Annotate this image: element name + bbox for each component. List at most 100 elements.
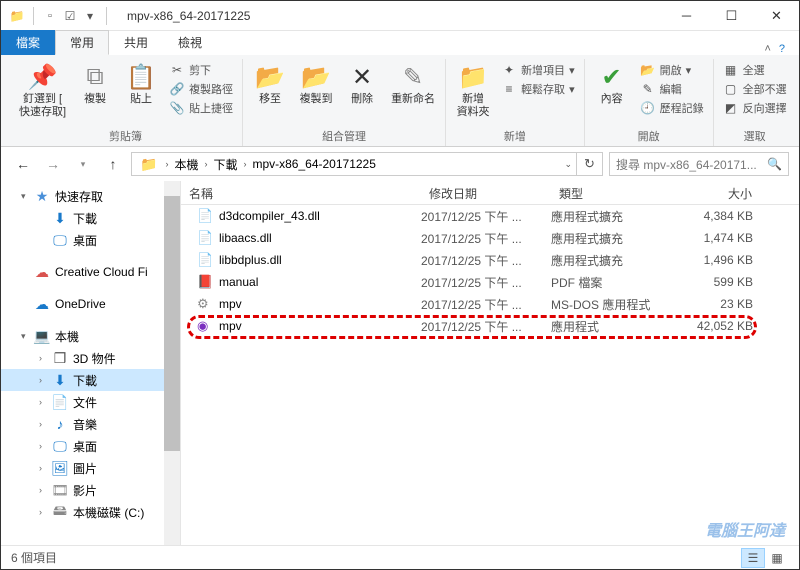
chevron-down-icon[interactable]: ⌄: [560, 159, 576, 170]
save-icon[interactable]: ▫: [42, 8, 58, 24]
file-list-pane: 名稱 修改日期 類型 大小 📄d3dcompiler_43.dll2017/12…: [181, 181, 799, 545]
cloud-icon: ☁: [33, 264, 51, 281]
breadcrumb-seg[interactable]: mpv-x86_64-20171225: [250, 157, 377, 171]
maximize-button[interactable]: ☐: [709, 1, 754, 31]
col-size[interactable]: 大小: [671, 181, 761, 204]
chevron-right-icon[interactable]: ›: [239, 159, 250, 169]
documents-icon: 📄: [51, 394, 69, 411]
file-row[interactable]: 📕manual2017/12/25 下午 ...PDF 檔案599 KB: [181, 271, 799, 293]
divider: [106, 7, 107, 25]
tab-view[interactable]: 檢視: [163, 30, 217, 55]
group-label: 選取: [720, 126, 790, 146]
navigation-pane[interactable]: ▾★快速存取 ⬇下載📌 🖵桌面📌 ☁Creative Cloud Fi ☁One…: [1, 181, 181, 545]
nav-downloads[interactable]: ⬇下載📌: [1, 207, 180, 229]
tab-share[interactable]: 共用: [109, 30, 163, 55]
breadcrumb-seg[interactable]: 下載: [211, 156, 239, 173]
pin-button[interactable]: 📌 釘選到 [ 快速存取]: [15, 59, 70, 126]
chevron-right-icon[interactable]: ›: [161, 159, 172, 169]
nav-downloads2[interactable]: ›⬇下載: [1, 369, 180, 391]
nav-quick-access[interactable]: ▾★快速存取: [1, 185, 180, 207]
nav-pictures[interactable]: ›🖼圖片: [1, 457, 180, 479]
copyto-button[interactable]: 📂 複製到: [295, 59, 337, 126]
selectnone-button[interactable]: ▢全部不選: [720, 80, 790, 98]
item-count: 6 個項目: [11, 549, 57, 566]
close-button[interactable]: ✕: [754, 1, 799, 31]
selectall-icon: ▦: [723, 62, 739, 78]
file-row[interactable]: 📄libaacs.dll2017/12/25 下午 ...應用程式擴充1,474…: [181, 227, 799, 249]
ribbon: 📌 釘選到 [ 快速存取] ⧉ 複製 📋 貼上 ✂剪下 🔗複製路徑 📎貼上捷徑 …: [1, 55, 799, 147]
chevron-right-icon[interactable]: ›: [200, 159, 211, 169]
nav-ccf[interactable]: ☁Creative Cloud Fi: [1, 261, 180, 283]
moveto-icon: 📂: [254, 61, 286, 93]
scrollbar[interactable]: [164, 181, 180, 545]
label: 複製: [84, 93, 106, 106]
ribbon-help: ˄ ?: [764, 43, 799, 55]
edit-button[interactable]: ✎編輯: [637, 80, 707, 98]
col-date[interactable]: 修改日期: [421, 181, 551, 204]
invertsel-button[interactable]: ◩反向選擇: [720, 99, 790, 117]
file-date: 2017/12/25 下午 ...: [421, 252, 551, 269]
nav-onedrive[interactable]: ☁OneDrive: [1, 293, 180, 315]
nav-3dobjects[interactable]: ›❒3D 物件: [1, 347, 180, 369]
search-input[interactable]: 搜尋 mpv-x86_64-20171... 🔍: [609, 152, 789, 176]
up-button[interactable]: ↑: [101, 152, 125, 176]
copy-button[interactable]: ⧉ 複製: [74, 59, 116, 126]
nav-videos[interactable]: ›🎞影片: [1, 479, 180, 501]
chevron-up-icon[interactable]: ˄: [764, 43, 770, 55]
help-icon[interactable]: ?: [779, 43, 785, 55]
col-type[interactable]: 類型: [551, 181, 671, 204]
checkbox-icon[interactable]: ☑: [62, 8, 78, 24]
selectnone-icon: ▢: [723, 81, 739, 97]
copyto-icon: 📂: [300, 61, 332, 93]
nav-desktop[interactable]: 🖵桌面📌: [1, 229, 180, 251]
file-date: 2017/12/25 下午 ...: [421, 208, 551, 225]
rename-button[interactable]: ✎ 重新命名: [387, 59, 439, 126]
nav-music[interactable]: ›♪音樂: [1, 413, 180, 435]
folder-icon[interactable]: 📁: [9, 8, 25, 24]
breadcrumb-seg[interactable]: 本機: [172, 156, 200, 173]
newitem-button[interactable]: ✦新增項目 ▾: [498, 61, 578, 79]
window-controls: ─ ☐ ✕: [664, 1, 799, 31]
details-view-button[interactable]: ☰: [741, 548, 765, 568]
window-title: mpv-x86_64-20171225: [119, 9, 664, 23]
paste-button[interactable]: 📋 貼上: [120, 59, 162, 126]
file-row[interactable]: ◉mpv2017/12/25 下午 ...應用程式42,052 KB: [181, 315, 799, 337]
newfolder-icon: 📁: [457, 61, 489, 93]
nav-thispc[interactable]: ▾💻本機: [1, 325, 180, 347]
moveto-button[interactable]: 📂 移至: [249, 59, 291, 126]
minimize-button[interactable]: ─: [664, 1, 709, 31]
scrollbar-thumb[interactable]: [164, 196, 180, 451]
icons-view-button[interactable]: ▦: [765, 548, 789, 568]
chevron-right-icon: ›: [39, 353, 51, 363]
col-name[interactable]: 名稱: [181, 181, 421, 204]
file-row[interactable]: ⚙mpv2017/12/25 下午 ...MS-DOS 應用程式23 KB: [181, 293, 799, 315]
breadcrumb[interactable]: 📁 › 本機 › 下載 › mpv-x86_64-20171225 ⌄ ↻: [131, 152, 603, 176]
cut-button[interactable]: ✂剪下: [166, 61, 236, 79]
delete-button[interactable]: ✕ 刪除: [341, 59, 383, 126]
easyaccess-button[interactable]: ≡輕鬆存取 ▾: [498, 80, 578, 98]
open-button[interactable]: 📂開啟 ▾: [637, 61, 707, 79]
nav-documents[interactable]: ›📄文件: [1, 391, 180, 413]
properties-button[interactable]: ✔ 內容: [591, 59, 633, 126]
column-headers: 名稱 修改日期 類型 大小: [181, 181, 799, 205]
newfolder-button[interactable]: 📁 新增 資料夾: [452, 59, 494, 126]
refresh-button[interactable]: ↻: [576, 153, 598, 175]
file-row[interactable]: 📄d3dcompiler_43.dll2017/12/25 下午 ...應用程式…: [181, 205, 799, 227]
delete-icon: ✕: [346, 61, 378, 93]
selectall-button[interactable]: ▦全選: [720, 61, 790, 79]
chevron-down-icon[interactable]: ▾: [82, 8, 98, 24]
copypath-button[interactable]: 🔗複製路徑: [166, 80, 236, 98]
back-button[interactable]: ←: [11, 152, 35, 176]
forward-button[interactable]: →: [41, 152, 65, 176]
pasteshortcut-button[interactable]: 📎貼上捷徑: [166, 99, 236, 117]
file-list[interactable]: 📄d3dcompiler_43.dll2017/12/25 下午 ...應用程式…: [181, 205, 799, 545]
nav-localdisk[interactable]: ›🖴本機磁碟 (C:): [1, 501, 180, 523]
file-row[interactable]: 📄libbdplus.dll2017/12/25 下午 ...應用程式擴充1,4…: [181, 249, 799, 271]
tab-file[interactable]: 檔案: [1, 30, 55, 55]
history-button[interactable]: 🕘歷程記錄: [637, 99, 707, 117]
recent-dropdown[interactable]: ▾: [71, 152, 95, 176]
group-new: 📁 新增 資料夾 ✦新增項目 ▾ ≡輕鬆存取 ▾ 新增: [446, 59, 585, 146]
nav-desktop2[interactable]: ›🖵桌面: [1, 435, 180, 457]
tab-home[interactable]: 常用: [55, 30, 109, 55]
label: 內容: [601, 93, 623, 106]
